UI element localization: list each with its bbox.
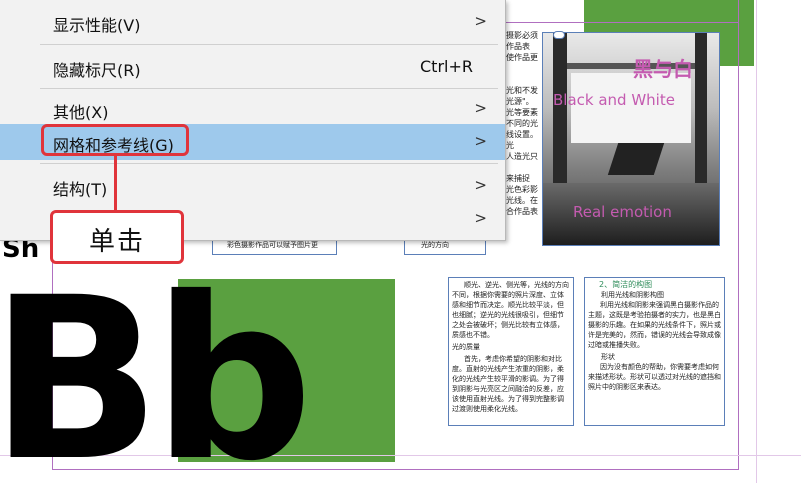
photo-title-cn: 黑与白 [633, 57, 693, 81]
col-b-tail: 光的方向 [421, 241, 449, 249]
text-frame-col-c: 摄影必须 作品表 使作品更 光和不发 光源"。 光等要素 不同的光 线设置。光 … [506, 30, 542, 235]
lower-right-body-2: 因为没有颜色的帮助，你需要考虑如何来描述形状。形状可以透过对光线的遮挡和照片中的… [588, 363, 721, 391]
col-c-line-12: 光线。在 [506, 196, 538, 205]
margin-guide-top [505, 22, 739, 23]
menu-item-hide-rulers[interactable]: 隐藏标尺(R) Ctrl+R [0, 49, 505, 85]
lower-right-body-1: 利用光线和阴影来强调黑白摄影作品的主题，这既是考验拍摄者的实力，也是黑白摄影的乐… [588, 301, 721, 349]
col-c-line-9: 人造光只 [506, 152, 538, 161]
menu-item-other[interactable]: 其他(X) > [0, 91, 505, 127]
submenu-arrow-icon: > [474, 176, 487, 194]
col-c-line-10: 来捕捉 [506, 174, 530, 183]
menu-item-shortcut: Ctrl+R [420, 57, 473, 76]
col-c-line-3: 使作品更 [506, 53, 538, 62]
click-label: 单击 [88, 227, 145, 257]
photo-subtitle: Real emotion [573, 203, 672, 221]
black-white-photo[interactable]: 黑与白 Black and White Real emotion [542, 32, 720, 246]
col-c-line-8: 线设置。光 [506, 130, 538, 150]
menu-item-label: 结构(T) [53, 180, 108, 199]
menu-item-label: 显示性能(V) [53, 16, 141, 35]
col-c-line-6: 光等要素 [506, 108, 538, 117]
highlight-box-grids-guides [41, 124, 189, 156]
lower-right-sub: 利用光线和阴影构图 [601, 291, 664, 299]
submenu-arrow-icon: > [474, 99, 487, 117]
col-c-line-1: 摄影必须 [506, 31, 538, 40]
photo-title-en: Black and White [553, 91, 675, 109]
menu-separator [40, 163, 498, 164]
menu-separator [40, 44, 498, 45]
big-letters: Bb [0, 249, 313, 483]
col-c-line-13: 合作品表 [506, 207, 538, 216]
lower-left-body-2: 首先，考虑你希望的阴影和对比度。直射的光线产生浓重的阴影，柔化的光线产生较平滑的… [452, 355, 564, 413]
text-frame-lower-right: 2、简洁的构图 利用光线和阴影构图 利用光线和阴影来强调黑白摄影作品的主题，这既… [584, 277, 725, 426]
callout-connector [114, 155, 117, 211]
submenu-arrow-icon: > [474, 209, 487, 227]
submenu-arrow-icon: > [474, 12, 487, 30]
lower-left-heading: 光的质量 [452, 343, 480, 351]
menu-separator [40, 88, 498, 89]
text-frame-lower-left: 顺光、逆光、侧光等，光线的方向不同，根据你需要的照片深度、立体感和细节而决定。顺… [448, 277, 574, 426]
menu-item-display-performance[interactable]: 显示性能(V) > [0, 4, 505, 40]
lower-left-body-1: 顺光、逆光、侧光等，光线的方向不同，根据你需要的照片深度、立体感和细节而决定。顺… [452, 281, 569, 339]
click-callout: 单击 [50, 210, 184, 264]
photo-link-icon[interactable] [553, 31, 565, 39]
col-c-line-7: 不同的光 [506, 119, 538, 128]
menu-item-label: 隐藏标尺(R) [53, 61, 141, 80]
col-c-line-5: 光源"。 [506, 97, 534, 106]
col-c-line-4: 光和不发 [506, 86, 538, 95]
view-menu: 显示性能(V) > 隐藏标尺(R) Ctrl+R 其他(X) > 网格和参考线(… [0, 0, 506, 241]
menu-item-label: 其他(X) [53, 103, 109, 122]
col-c-line-2: 作品表 [506, 42, 530, 51]
photo-chair [607, 143, 665, 175]
submenu-arrow-icon: > [474, 132, 487, 150]
bleed-guide-right [756, 0, 757, 483]
lower-right-heading: 2、简洁的构图 [599, 280, 653, 289]
col-c-line-11: 光色彩影 [506, 185, 538, 194]
col-a-tail: 彩色摄影作品可以赋予图片更 [227, 241, 318, 249]
indesign-workspace: Bb Sh 彩色摄影作品可以赋予图片更 光的方向 摄影必须 作品表 使作品更 光… [0, 0, 801, 483]
menu-item-structure[interactable]: 结构(T) > [0, 168, 505, 204]
margin-guide-right [738, 0, 739, 470]
lower-right-heading-2: 形状 [601, 353, 615, 361]
